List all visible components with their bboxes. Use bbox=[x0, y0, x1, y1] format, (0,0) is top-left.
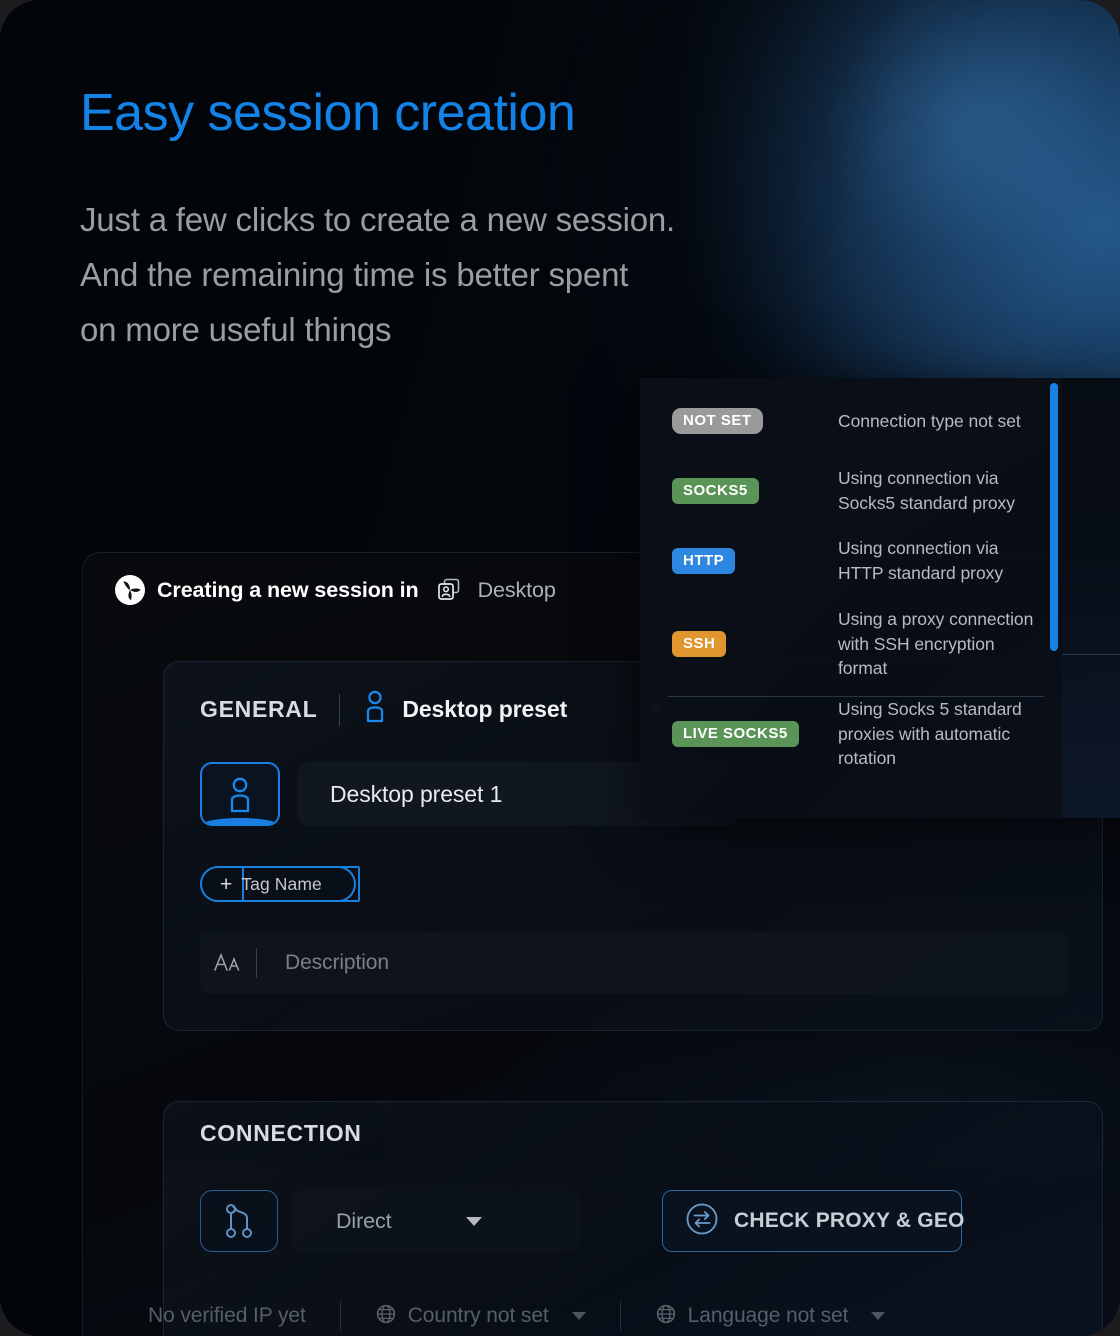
page-subtitle: Just a few clicks to create a new sessio… bbox=[80, 201, 676, 348]
check-proxy-geo-label: CHECK PROXY & GEO bbox=[734, 1209, 965, 1232]
connection-type-select[interactable]: Direct bbox=[292, 1190, 580, 1252]
window-header: Creating a new session in Desktop bbox=[115, 575, 556, 605]
status-bar: No verified IP yet Country not set Langu… bbox=[82, 1296, 1120, 1336]
divider bbox=[339, 693, 341, 726]
status-item-country[interactable]: Country not set bbox=[375, 1303, 586, 1330]
dropdown-option-badge-cell: SSH bbox=[672, 631, 838, 657]
dropdown-option-badge-cell: LIVE SOCKS5 bbox=[672, 721, 838, 747]
general-section-label: GENERAL bbox=[200, 696, 318, 722]
dropdown-scrollbar[interactable] bbox=[1050, 378, 1058, 818]
status-language-text: Language not set bbox=[687, 1304, 849, 1327]
dropdown-option[interactable]: NOT SET Connection type not set bbox=[640, 388, 1062, 454]
chevron-down-icon bbox=[871, 1312, 886, 1320]
description-placeholder: Description bbox=[285, 951, 389, 974]
session-name-value: Desktop preset 1 bbox=[330, 780, 503, 807]
dropdown-option[interactable]: LIVE SOCKS5 Using Socks 5 standard proxie… bbox=[640, 682, 1062, 786]
workspace-name: Desktop bbox=[477, 577, 556, 602]
dropdown-option-badge-cell: HTTP bbox=[672, 548, 838, 574]
status-country-text: Country not set bbox=[407, 1304, 549, 1327]
dropdown-right-gutter bbox=[1062, 378, 1120, 818]
status-item-ip[interactable]: No verified IP yet bbox=[148, 1304, 306, 1328]
add-tag-label: Tag Name bbox=[241, 873, 322, 894]
dropdown-option-description: Using connection via Socks5 standard pro… bbox=[838, 468, 1015, 513]
dropdown-option-description: Using a proxy connection with SSH encryp… bbox=[838, 608, 1034, 679]
check-proxy-geo-button[interactable]: CHECK PROXY & GEO bbox=[662, 1190, 965, 1252]
text-format-aa-icon bbox=[200, 950, 256, 976]
status-ip-text: No verified IP yet bbox=[148, 1304, 306, 1327]
description-input[interactable]: Description bbox=[200, 932, 1068, 994]
branch-route-icon bbox=[200, 1190, 278, 1252]
status-badge: SSH bbox=[672, 631, 727, 657]
dropdown-option-badge-cell: SOCKS5 bbox=[672, 478, 838, 504]
swap-arrows-circle-icon bbox=[685, 1202, 719, 1241]
pinwheel-logo-icon bbox=[115, 575, 145, 605]
globe-icon bbox=[375, 1303, 397, 1330]
add-tag-button[interactable]: + Tag Name bbox=[200, 866, 360, 902]
page-title: Easy session creation bbox=[80, 84, 576, 142]
preset-selector[interactable]: Desktop preset bbox=[362, 690, 666, 729]
chevron-down-icon bbox=[571, 1312, 586, 1320]
window-title: Creating a new session in bbox=[157, 577, 419, 602]
tab-connection[interactable]: CONNECTION bbox=[164, 1102, 390, 1163]
status-badge: HTTP bbox=[672, 548, 736, 574]
status-badge: NOT SET bbox=[672, 408, 763, 434]
status-item-language[interactable]: Language not set bbox=[655, 1303, 886, 1330]
preset-selected-value: Desktop preset bbox=[402, 696, 568, 722]
divider bbox=[339, 1301, 341, 1331]
connection-section-label: CONNECTION bbox=[200, 1120, 362, 1146]
globe-icon bbox=[655, 1303, 677, 1330]
dropdown-option-badge-cell: NOT SET bbox=[672, 408, 838, 434]
connection-type-value: Direct bbox=[336, 1208, 392, 1233]
dropdown-option-description: Using connection via HTTP standard proxy bbox=[838, 538, 1004, 583]
promo-card: Easy session creation Just a few clicks … bbox=[0, 0, 1120, 1336]
status-badge: SOCKS5 bbox=[672, 478, 759, 504]
dropdown-option[interactable]: HTTP Using connection via HTTP standard p… bbox=[640, 520, 1062, 602]
dropdown-option[interactable]: SSH Using a proxy connection with SSH enc… bbox=[640, 594, 1062, 694]
dropdown-option-description: Connection type not set bbox=[838, 410, 1021, 431]
person-icon bbox=[362, 690, 388, 729]
dropdown-gutter-line bbox=[1062, 654, 1120, 655]
divider bbox=[256, 948, 257, 978]
avatar-picker-button[interactable] bbox=[200, 762, 280, 826]
chevron-down-icon bbox=[465, 1216, 482, 1226]
general-header-row: GENERAL Desktop preset bbox=[200, 690, 666, 729]
stacked-profile-cards-icon bbox=[437, 578, 463, 602]
plus-icon: + bbox=[220, 872, 233, 896]
status-badge: LIVE SOCKS5 bbox=[672, 721, 799, 747]
connection-type-dropdown[interactable]: NOT SET Connection type not set SOCKS5 Usin… bbox=[640, 378, 1120, 818]
divider bbox=[619, 1301, 621, 1331]
dropdown-scrollbar-thumb[interactable] bbox=[1050, 383, 1058, 651]
dropdown-option-description: Using Socks 5 standard proxies with auto… bbox=[838, 698, 1022, 769]
